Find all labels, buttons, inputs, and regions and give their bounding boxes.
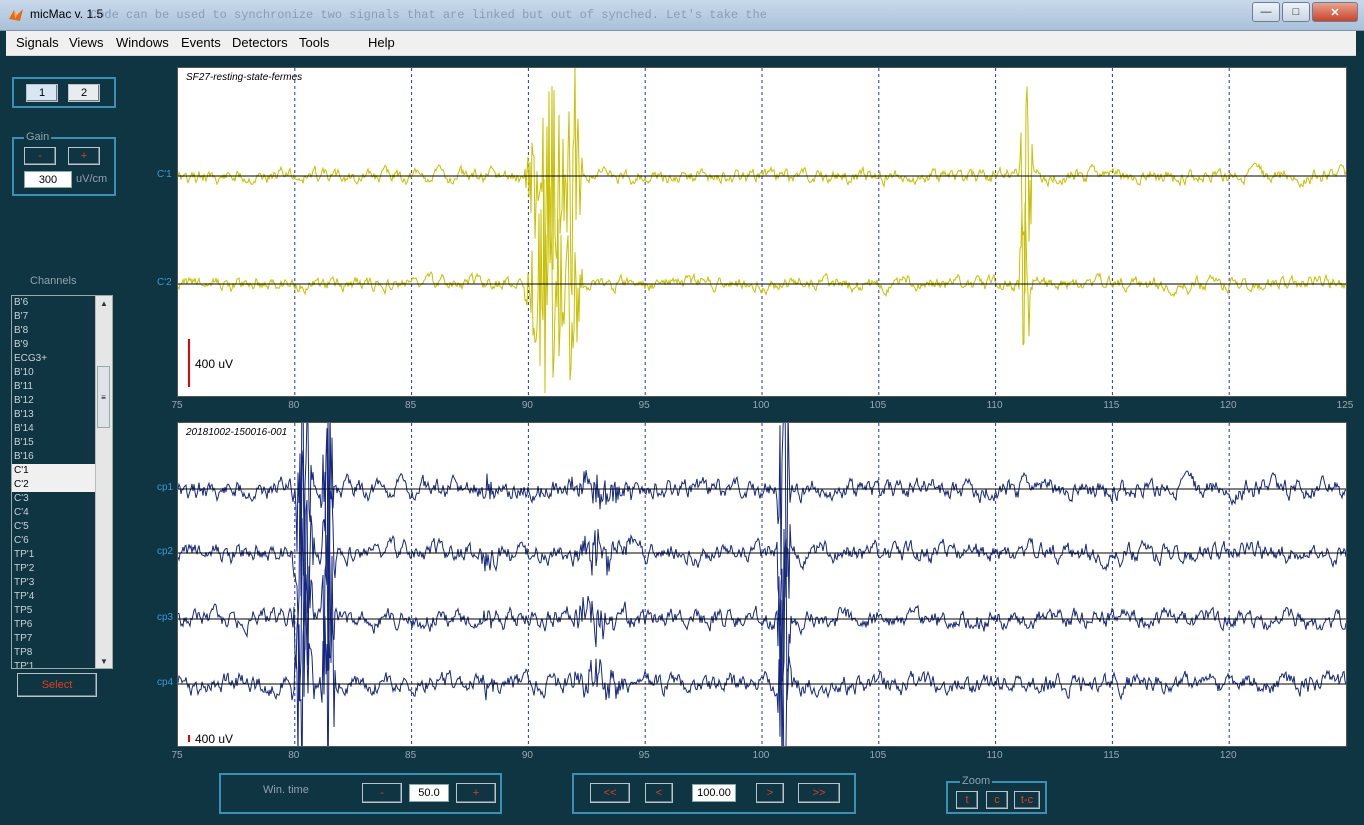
plot-2-tick-label: 95: [638, 750, 650, 761]
menu-signals[interactable]: Signals: [16, 35, 59, 50]
plot-2-scale-label: 400 uV: [195, 732, 234, 746]
plot-2-scale-bar: [188, 735, 190, 742]
gain-panel: Gain - + 300 uV/cm: [12, 131, 116, 196]
wintime-plus-button[interactable]: +: [456, 783, 496, 803]
plot-1-tick-label: 100: [752, 400, 770, 411]
plot-1-tick-label: 125: [1336, 400, 1354, 411]
plot-1-tick-label: 85: [405, 400, 417, 411]
channel-scrollbar[interactable]: ▲ ≡ ▼: [95, 296, 112, 668]
plot-1-scale-label: 400 uV: [195, 357, 234, 371]
title-bar: micMac v. 1.5 Code can be used to synchr…: [0, 0, 1364, 31]
plot-2-tick-label: 120: [1219, 750, 1237, 761]
plot-1-canvas: [178, 68, 1346, 396]
gain-input[interactable]: 300: [24, 171, 72, 188]
gain-plus-button[interactable]: +: [68, 147, 100, 165]
plot-2-tick-label: 110: [986, 750, 1003, 761]
plot-2-tick-label: 105: [869, 750, 887, 761]
plot-1-tick-label: 110: [986, 400, 1003, 411]
scroll-down-icon[interactable]: ▼: [96, 654, 112, 668]
background-tab-text: Code can be used to synchronize two sign…: [90, 8, 767, 22]
plot-2-channel-label: cp3: [157, 612, 174, 623]
menu-help[interactable]: Help: [368, 35, 395, 50]
zoom-c-button[interactable]: c: [986, 791, 1008, 809]
matlab-icon: [9, 9, 23, 21]
plot-2-tick-label: 115: [1103, 750, 1120, 761]
plot-1-tick-label: 80: [288, 400, 300, 411]
wintime-panel: Win. time - 50.0 +: [219, 773, 502, 814]
menu-detectors[interactable]: Detectors: [232, 35, 288, 50]
page-selector: 1 2: [12, 77, 116, 108]
nav-next-button[interactable]: >: [756, 783, 784, 803]
zoom-title: Zoom: [960, 775, 993, 787]
main-area: 1 2 Gain - + 300 uV/cm Channels B'6 B'7 B'…: [6, 56, 1357, 819]
plot-2-canvas: [178, 423, 1346, 746]
plot-2-channel-label: cp2: [157, 546, 174, 557]
page-1-button[interactable]: 1: [26, 84, 58, 102]
plot-2-tick-label: 90: [521, 750, 533, 761]
gain-minus-button[interactable]: -: [24, 147, 56, 165]
minimize-button[interactable]: —: [1252, 2, 1280, 22]
plot-2-channel-label: cp4: [157, 677, 174, 688]
wintime-input[interactable]: 50.0: [409, 784, 449, 802]
plot-1-tick-label: 90: [521, 400, 533, 411]
zoom-panel: Zoom t c t-c: [946, 775, 1047, 814]
channel-list[interactable]: B'6 B'7 B'8 B'9 ECG3+ B'10 B'11 B'12 B'13 B'14 B'1…: [11, 295, 113, 669]
gain-title: Gain: [24, 131, 52, 143]
plot-2-tick-label: 85: [405, 750, 417, 761]
plot-2-tick-label: 75: [171, 750, 183, 761]
menu-events[interactable]: Events: [181, 35, 221, 50]
scroll-up-icon[interactable]: ▲: [96, 296, 112, 310]
nav-time-input[interactable]: 100.00: [692, 784, 736, 802]
menu-bar: Signals Views Windows Events Detectors T…: [6, 31, 1356, 56]
gain-unit: uV/cm: [76, 173, 108, 185]
nav-prev-button[interactable]: <: [645, 783, 673, 803]
wintime-minus-button[interactable]: -: [362, 783, 402, 803]
zoom-t-button[interactable]: t: [956, 791, 978, 809]
page-2-button[interactable]: 2: [68, 84, 100, 102]
plot-2-tick-label: 80: [288, 750, 300, 761]
plot-1-channel-label: C'2: [157, 277, 172, 288]
zoom-tc-button[interactable]: t-c: [1014, 791, 1040, 809]
plot-1-scale-bar: [188, 339, 190, 387]
menu-windows[interactable]: Windows: [116, 35, 169, 50]
plot-2-tick-label: 100: [752, 750, 770, 761]
plot-1-tick-label: 95: [638, 400, 650, 411]
select-button[interactable]: Select: [17, 673, 97, 697]
channels-title: Channels: [30, 275, 77, 287]
menu-views[interactable]: Views: [69, 35, 103, 50]
plot-1[interactable]: SF27-resting-state-fermes 400 uV: [177, 67, 1347, 397]
close-button[interactable]: ✕: [1312, 2, 1358, 22]
nav-last-button[interactable]: >>: [798, 783, 840, 803]
plot-2-channel-label: cp1: [157, 482, 174, 493]
plot-2[interactable]: 20181002-150016-001 400 uV: [177, 422, 1347, 747]
plot-1-tick-label: 105: [869, 400, 887, 411]
plot-1-tick-label: 75: [171, 400, 183, 411]
scroll-thumb[interactable]: ≡: [97, 366, 110, 428]
wintime-label: Win. time: [263, 784, 309, 796]
plot-1-tick-label: 120: [1219, 400, 1237, 411]
plot-1-tick-label: 115: [1103, 400, 1120, 411]
menu-tools[interactable]: Tools: [299, 35, 329, 50]
maximize-button[interactable]: □: [1282, 2, 1310, 22]
nav-first-button[interactable]: <<: [590, 783, 630, 803]
plot-1-channel-label: C'1: [157, 169, 172, 180]
navigation-panel: << < 100.00 > >>: [572, 773, 856, 814]
